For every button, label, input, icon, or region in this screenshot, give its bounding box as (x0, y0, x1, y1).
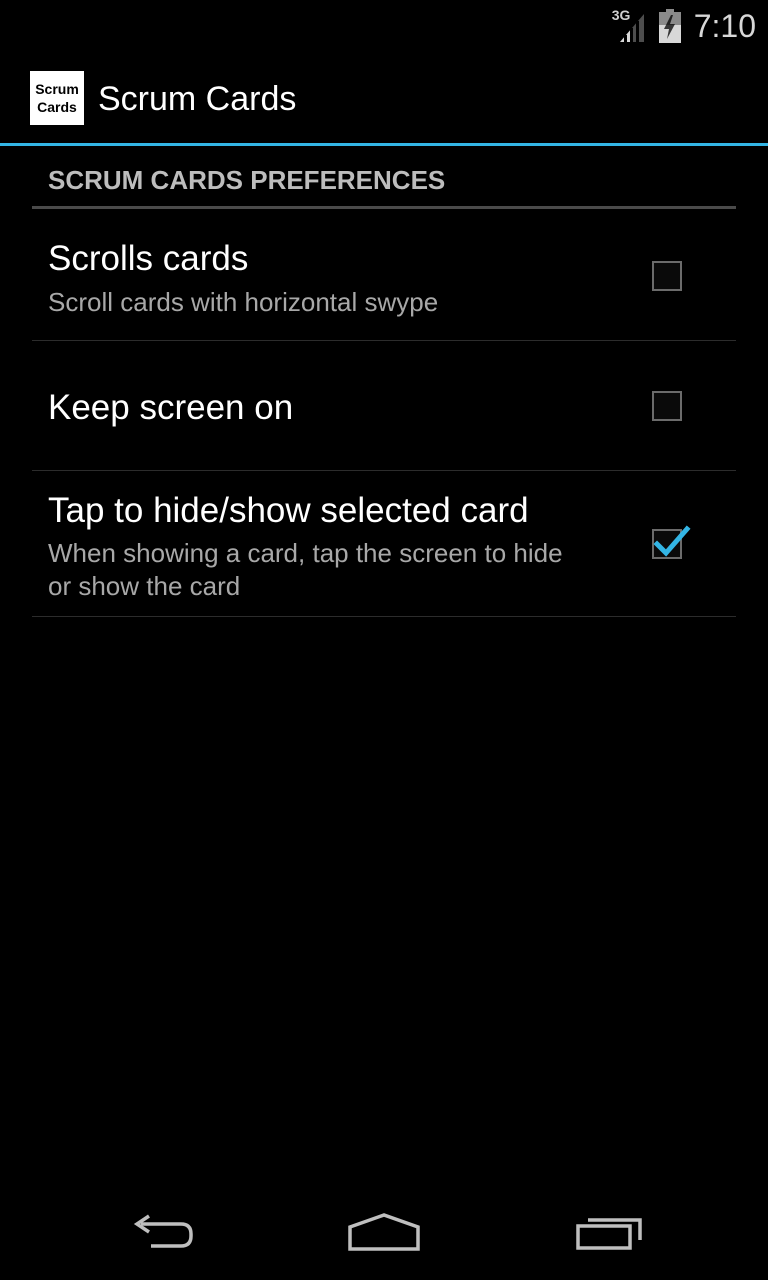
screen: 3G 7:10 Scrum Cards Scrum Cards SCRUM CA… (0, 0, 768, 1280)
network-type-label: 3G (611, 7, 631, 23)
home-button[interactable] (336, 1202, 432, 1262)
category-divider (32, 206, 736, 209)
back-button[interactable] (112, 1202, 208, 1262)
action-bar-divider (0, 143, 768, 146)
recents-icon (576, 1218, 642, 1250)
pref-scrolls-cards[interactable]: Scrolls cards Scroll cards with horizont… (32, 210, 736, 341)
checkmark-icon (653, 525, 691, 557)
pref-summary: Scroll cards with horizontal swype (48, 287, 439, 317)
app-title: Scrum Cards (98, 80, 297, 118)
preference-category-title: SCRUM CARDS PREFERENCES (48, 165, 446, 195)
status-icons: 3G 7:10 (611, 6, 756, 46)
battery-icon (658, 9, 682, 43)
back-icon (133, 1214, 193, 1248)
list-divider (32, 616, 736, 617)
pref-summary: When showing a card, tap the screen to h… (48, 538, 563, 601)
pref-title: Scrolls cards (48, 239, 249, 278)
logo-line-1: Scrum (35, 81, 79, 97)
app-logo[interactable]: Scrum Cards (30, 71, 84, 125)
recents-button[interactable] (562, 1202, 658, 1262)
pref-title: Keep screen on (48, 388, 294, 427)
home-icon (348, 1213, 420, 1251)
action-bar: Scrum Cards Scrum Cards (0, 50, 768, 144)
checkbox-keep-screen-on[interactable] (652, 391, 682, 421)
checkbox-tap-to-hide-show[interactable] (652, 525, 691, 559)
checkbox-scrolls-cards[interactable] (652, 261, 682, 291)
logo-line-2: Cards (37, 99, 77, 115)
pref-title: Tap to hide/show selected card (48, 491, 529, 530)
navigation-bar (0, 1184, 768, 1280)
signal-icon: 3G (611, 7, 648, 44)
status-bar: 3G 7:10 (0, 0, 768, 50)
clock: 7:10 (693, 8, 756, 44)
pref-tap-to-hide-show[interactable]: Tap to hide/show selected card When show… (32, 471, 736, 616)
pref-keep-screen-on[interactable]: Keep screen on (32, 341, 736, 470)
